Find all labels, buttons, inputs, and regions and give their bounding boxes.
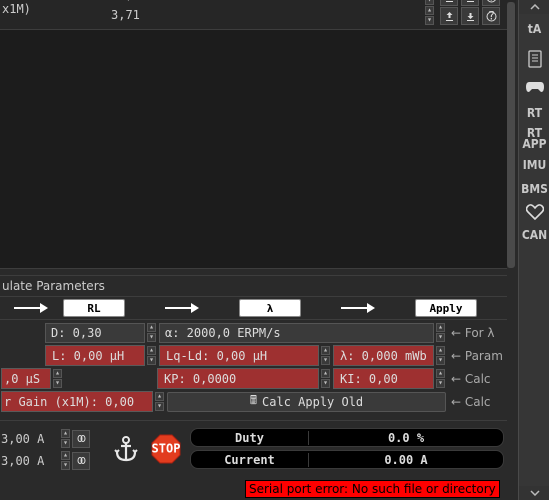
sidebar-imu[interactable]: IMU — [519, 158, 549, 172]
lam-spin-down[interactable]: ▾ — [436, 356, 445, 365]
help-icon-2[interactable]: ? — [482, 7, 500, 25]
link-icon-1[interactable] — [72, 430, 90, 448]
label-x1m: x1M) — [2, 2, 31, 16]
arrow-3 — [303, 301, 413, 315]
alpha-spin-up[interactable]: ▴ — [436, 323, 445, 332]
upload-icon-1[interactable] — [440, 0, 458, 6]
duty-label: Duty — [191, 431, 309, 445]
row1-tag: ← For λ — [448, 326, 508, 340]
d-spin-up[interactable]: ▴ — [147, 323, 156, 332]
alpha-spin-down[interactable]: ▾ — [436, 333, 445, 342]
rl-button[interactable]: RL — [63, 299, 125, 317]
kp-spin-up[interactable]: ▴ — [321, 369, 330, 378]
arrow-2 — [127, 301, 237, 315]
top-value-1: 32,17 — [111, 0, 424, 2]
spin-down-2[interactable]: ▾ — [425, 16, 434, 25]
download-icon-2[interactable] — [461, 7, 479, 25]
us-spin-up[interactable]: ▴ — [53, 369, 62, 378]
ki-spin-down[interactable]: ▾ — [436, 379, 445, 388]
sidebar-can[interactable]: CAN — [519, 228, 549, 242]
main-viewport — [0, 29, 511, 269]
current-label: Current — [191, 453, 309, 467]
sidebar-rtapp[interactable]: RT APP — [519, 128, 549, 150]
d-spin-down[interactable]: ▾ — [147, 333, 156, 342]
gain-spin-down[interactable]: ▾ — [155, 402, 164, 411]
lam-spin-up[interactable]: ▴ — [436, 346, 445, 355]
calc-apply-old-button[interactable]: 🖩 Calc Apply Old — [167, 392, 446, 412]
top-value-2: 3,71 — [111, 8, 424, 22]
svg-text:STOP: STOP — [152, 442, 181, 456]
current-display: Current 0.00 A — [190, 450, 504, 469]
spin-up-2[interactable]: ▴ — [425, 6, 434, 15]
ki-field[interactable]: KI: 0,00 — [333, 368, 434, 389]
sidebar-gamepad-icon[interactable] — [519, 80, 549, 94]
help-icon-1[interactable]: ? — [482, 0, 500, 6]
lqld-spin-down[interactable]: ▾ — [321, 356, 330, 365]
arrow-1 — [1, 301, 61, 315]
sidebar-ta[interactable]: tA — [519, 22, 549, 36]
kp-spin-down[interactable]: ▾ — [321, 379, 330, 388]
apply-button[interactable]: Apply — [415, 299, 477, 317]
anchor-icon[interactable] — [108, 431, 144, 467]
amps1-down[interactable]: ▾ — [61, 439, 70, 448]
section-title: ulate Parameters — [2, 279, 105, 293]
sidebar-heart-icon[interactable] — [519, 204, 549, 220]
row3-tag: ← Calc — [448, 372, 508, 386]
l-field[interactable]: L: 0,00 µH — [45, 345, 145, 366]
sidebar-scroll-up[interactable] — [519, 0, 549, 14]
lqld-field[interactable]: Lq-Ld: 0,00 µH — [159, 345, 319, 366]
scrollbar-thumb[interactable] — [507, 2, 515, 268]
svg-text:?: ? — [487, 11, 494, 22]
lambda-button[interactable]: λ — [239, 299, 301, 317]
amps2-up[interactable]: ▴ — [61, 451, 70, 460]
amps-2[interactable]: 3,00 A — [1, 454, 59, 468]
duty-display: Duty 0.0 % — [190, 428, 504, 447]
l-spin-down[interactable]: ▾ — [147, 356, 156, 365]
l-spin-up[interactable]: ▴ — [147, 346, 156, 355]
sidebar-doc-icon[interactable] — [519, 50, 549, 68]
current-value: 0.00 A — [309, 453, 503, 467]
stop-button[interactable]: STOP — [151, 434, 181, 464]
svg-text:?: ? — [487, 0, 494, 3]
us-field[interactable]: ,0 µS — [1, 368, 51, 389]
gain-spin-up[interactable]: ▴ — [155, 392, 164, 401]
us-spin-down[interactable]: ▾ — [53, 379, 62, 388]
row2-tag: ← Param — [448, 349, 508, 363]
d-field[interactable]: D: 0,30 — [45, 323, 145, 343]
sidebar-scroll-down[interactable] — [519, 486, 549, 500]
calc-label: Calc Apply Old — [262, 395, 363, 409]
alpha-field[interactable]: α: 2000,0 ERPM/s — [159, 323, 434, 343]
row4-tag: ← Calc — [448, 395, 508, 409]
upload-icon-2[interactable] — [440, 7, 458, 25]
lambda-field[interactable]: λ: 0,000 mWb — [333, 345, 434, 366]
download-icon-1[interactable] — [461, 0, 479, 6]
lqld-spin-up[interactable]: ▴ — [321, 346, 330, 355]
sidebar-bms[interactable]: BMS — [519, 182, 549, 196]
sidebar-rt[interactable]: RT — [519, 106, 549, 120]
ki-spin-up[interactable]: ▴ — [436, 369, 445, 378]
calculator-icon: 🖩 — [250, 391, 257, 412]
gain-field[interactable]: r Gain (x1M): 0,00 — [1, 391, 153, 412]
kp-field[interactable]: KP: 0,0000 — [157, 368, 319, 389]
duty-value: 0.0 % — [309, 431, 503, 445]
amps1-up[interactable]: ▴ — [61, 429, 70, 438]
link-icon-2[interactable] — [72, 452, 90, 470]
amps-1[interactable]: 3,00 A — [1, 432, 59, 446]
amps2-down[interactable]: ▾ — [61, 461, 70, 470]
serial-error: Serial port error: No such file or direc… — [245, 480, 500, 498]
